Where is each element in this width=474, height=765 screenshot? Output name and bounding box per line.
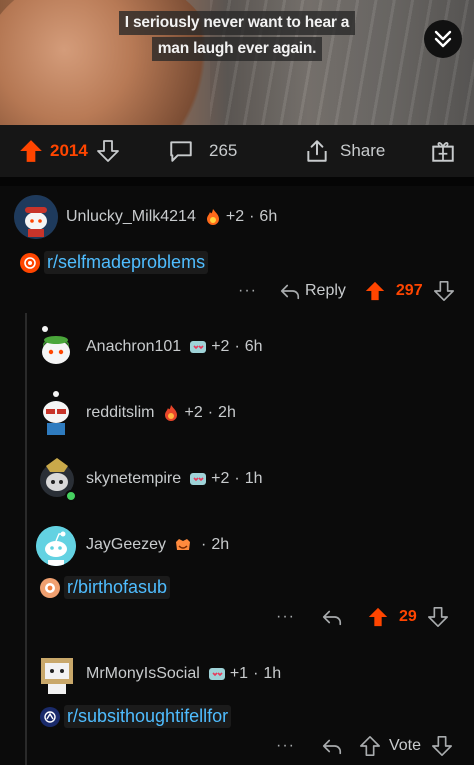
snoo-avatar-icon: [14, 195, 58, 239]
post-upvote-group: 2014: [18, 125, 120, 177]
post-vote-count: 2014: [50, 141, 88, 160]
more-options-button[interactable]: ···: [276, 608, 295, 626]
downvote-icon[interactable]: [96, 139, 120, 163]
downvote-icon[interactable]: [433, 280, 455, 302]
share-button[interactable]: Share: [304, 125, 385, 177]
upvote-icon[interactable]: [18, 138, 44, 164]
upvote-icon[interactable]: [359, 735, 381, 757]
vote-label: Vote: [388, 737, 422, 754]
flair-line: r/selfmadeproblems: [20, 251, 209, 274]
downvote-icon[interactable]: [427, 606, 449, 628]
avatar[interactable]: [36, 456, 78, 502]
flair-line: r/subsithoughtifellfor: [40, 705, 232, 728]
subreddit-icon: [20, 252, 40, 273]
award-add-icon: [432, 142, 454, 162]
timestamp: 6h: [244, 338, 263, 355]
award-button[interactable]: [430, 125, 456, 177]
snoo-avatar-icon: [43, 391, 69, 435]
username[interactable]: skynetempire: [86, 470, 181, 488]
upvote-icon[interactable]: [364, 280, 386, 302]
reply-icon[interactable]: [321, 606, 343, 628]
post-media[interactable]: I seriously never want to hear a man lau…: [0, 0, 474, 125]
username[interactable]: JayGeezey: [86, 536, 166, 554]
subreddit-link[interactable]: r/selfmadeproblems: [44, 251, 209, 274]
separator-dot: ·: [234, 470, 240, 487]
karma: +2: [211, 470, 230, 487]
comment-icon: [170, 141, 192, 162]
avatar[interactable]: [36, 650, 78, 696]
subreddit-link[interactable]: r/birthofasub: [64, 576, 171, 599]
subreddit-link[interactable]: r/subsithoughtifellfor: [64, 705, 232, 728]
reply-icon[interactable]: [279, 280, 301, 302]
flair-line: r/birthofasub: [40, 576, 171, 599]
flame-award-icon: [165, 405, 178, 421]
more-options-button[interactable]: ···: [276, 737, 295, 755]
timestamp: 2h: [211, 536, 230, 553]
username[interactable]: Anachron101: [86, 338, 181, 356]
comment-header: Anachron101 +2 · 6h: [86, 338, 263, 356]
snoo-avatar-icon: [42, 326, 70, 364]
avatar[interactable]: [36, 390, 76, 436]
reply-label[interactable]: Reply: [305, 282, 346, 300]
fire-award-icon: [206, 209, 219, 225]
comment-actions: ··· 29: [276, 605, 449, 629]
share-icon: [307, 140, 327, 162]
reply-icon[interactable]: [321, 735, 343, 757]
username[interactable]: redditslim: [86, 404, 154, 422]
comment-actions: ··· Vote: [276, 734, 453, 758]
separator-dot: ·: [249, 208, 255, 225]
thread-line[interactable]: [25, 313, 27, 765]
caption-line-2: man laugh ever again.: [151, 37, 323, 61]
separator-dot: ·: [234, 338, 240, 355]
avatar[interactable]: [14, 195, 58, 239]
separator-dot: ·: [201, 536, 207, 553]
upvote-icon[interactable]: [367, 606, 389, 628]
timestamp: 2h: [218, 404, 236, 421]
separator-dot: ·: [253, 665, 259, 682]
downvote-icon[interactable]: [431, 735, 453, 757]
subreddit-icon: [40, 577, 60, 598]
karma: +2: [184, 404, 203, 421]
collapse-icon: [434, 30, 452, 48]
snoo-avatar-icon: [36, 526, 76, 566]
timestamp: 1h: [244, 470, 263, 487]
snoo-avatar-icon: [41, 658, 73, 694]
comment-header: MrMonyIsSocial +1 · 1h: [86, 665, 281, 683]
share-label: Share: [340, 141, 386, 160]
snoo-avatar-icon: [40, 458, 77, 502]
comment-header: JayGeezey · 2h: [86, 536, 229, 554]
avatar[interactable]: [36, 526, 76, 566]
vote-count: 29: [398, 608, 417, 625]
comment-actions: ··· Reply 297: [238, 279, 455, 303]
heart-eyes-award-icon: [190, 473, 207, 485]
heart-eyes-award-icon: [190, 341, 207, 353]
comment-header: skynetempire +2 · 1h: [86, 470, 263, 488]
timestamp: 6h: [259, 208, 278, 225]
comment-header: redditslim +2 · 2h: [86, 404, 236, 422]
more-options-button[interactable]: ···: [238, 282, 257, 300]
karma: +1: [229, 665, 249, 682]
avatar[interactable]: [36, 326, 76, 370]
karma: +2: [211, 338, 230, 355]
laughing-award-icon: [176, 539, 191, 550]
section-divider: [0, 177, 474, 186]
caption-line-1: I seriously never want to hear a: [118, 11, 356, 35]
separator-dot: ·: [207, 404, 214, 421]
karma: +2: [225, 208, 245, 225]
post-action-bar: 2014 265 Share: [0, 125, 474, 177]
timestamp: 1h: [263, 665, 282, 682]
subreddit-icon: [40, 706, 60, 727]
comment-header: Unlucky_Milk4214 +2 · 6h: [66, 208, 277, 226]
post-comment-count: 265: [209, 141, 238, 160]
post-comments-button[interactable]: 265: [168, 125, 237, 177]
collapse-button[interactable]: [424, 20, 462, 58]
username[interactable]: MrMonyIsSocial: [86, 665, 200, 683]
username[interactable]: Unlucky_Milk4214: [66, 208, 196, 226]
vote-count: 297: [395, 282, 423, 299]
heart-eyes-award-icon: [208, 668, 225, 680]
media-caption: I seriously never want to hear a man lau…: [0, 10, 474, 62]
